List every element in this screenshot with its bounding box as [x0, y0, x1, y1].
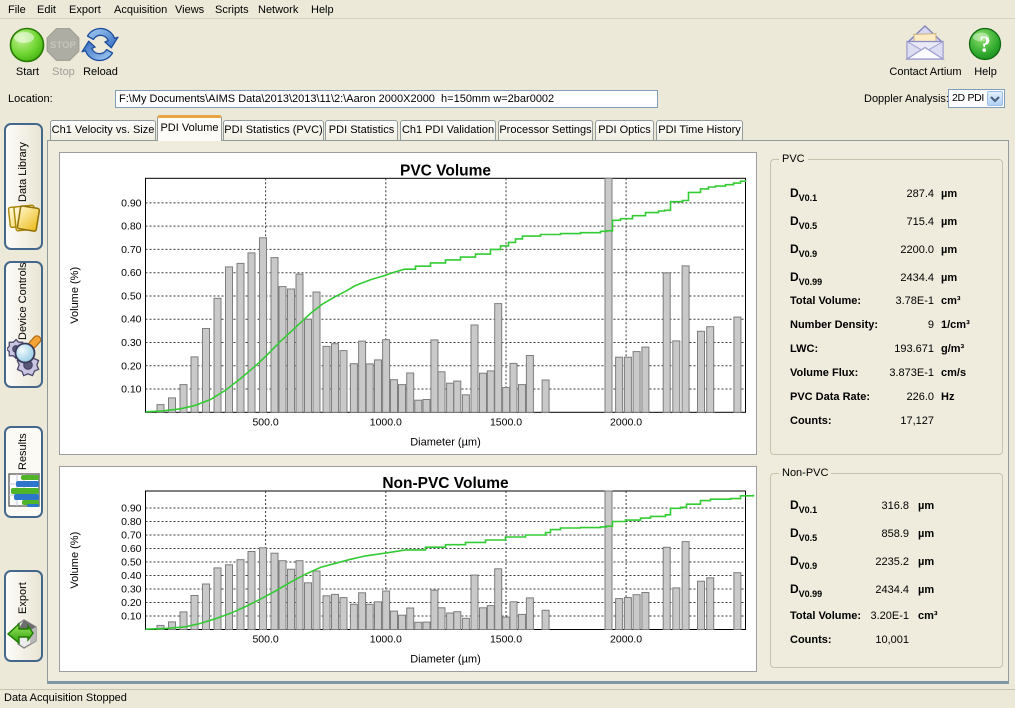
svg-text:Volume (%): Volume (%)	[69, 267, 81, 324]
svg-text:0.40: 0.40	[121, 570, 142, 582]
svg-text:0.40: 0.40	[121, 314, 142, 326]
svg-text:0.80: 0.80	[121, 516, 142, 528]
svg-text:0.80: 0.80	[121, 221, 142, 233]
svg-text:500.0: 500.0	[252, 634, 278, 646]
svg-text:Diameter (µm): Diameter (µm)	[410, 436, 481, 448]
svg-text:1000.0: 1000.0	[370, 416, 402, 428]
svg-text:Diameter (µm): Diameter (µm)	[410, 654, 481, 666]
svg-text:1500.0: 1500.0	[490, 416, 522, 428]
svg-text:0.70: 0.70	[121, 530, 142, 542]
svg-text:0.70: 0.70	[121, 244, 142, 256]
svg-text:0.10: 0.10	[121, 384, 142, 396]
svg-text:0.20: 0.20	[121, 360, 142, 372]
svg-text:0.60: 0.60	[121, 543, 142, 555]
svg-text:1500.0: 1500.0	[490, 634, 522, 646]
svg-text:Volume (%): Volume (%)	[69, 532, 81, 589]
svg-text:2000.0: 2000.0	[610, 416, 642, 428]
svg-text:0.10: 0.10	[121, 611, 142, 623]
svg-text:STOP: STOP	[50, 40, 76, 51]
svg-text:0.90: 0.90	[121, 197, 142, 209]
svg-text:0.30: 0.30	[121, 337, 142, 349]
svg-text:2000.0: 2000.0	[610, 634, 642, 646]
svg-text:?: ?	[979, 32, 991, 57]
svg-text:0.90: 0.90	[121, 503, 142, 515]
svg-text:0.20: 0.20	[121, 597, 142, 609]
svg-text:0.30: 0.30	[121, 584, 142, 596]
svg-text:0.60: 0.60	[121, 267, 142, 279]
svg-text:0.50: 0.50	[121, 557, 142, 569]
svg-text:1000.0: 1000.0	[370, 634, 402, 646]
svg-text:PVC Volume: PVC Volume	[400, 162, 491, 179]
svg-text:500.0: 500.0	[252, 416, 278, 428]
svg-text:0.50: 0.50	[121, 291, 142, 303]
svg-text:Non-PVC Volume: Non-PVC Volume	[382, 475, 509, 492]
